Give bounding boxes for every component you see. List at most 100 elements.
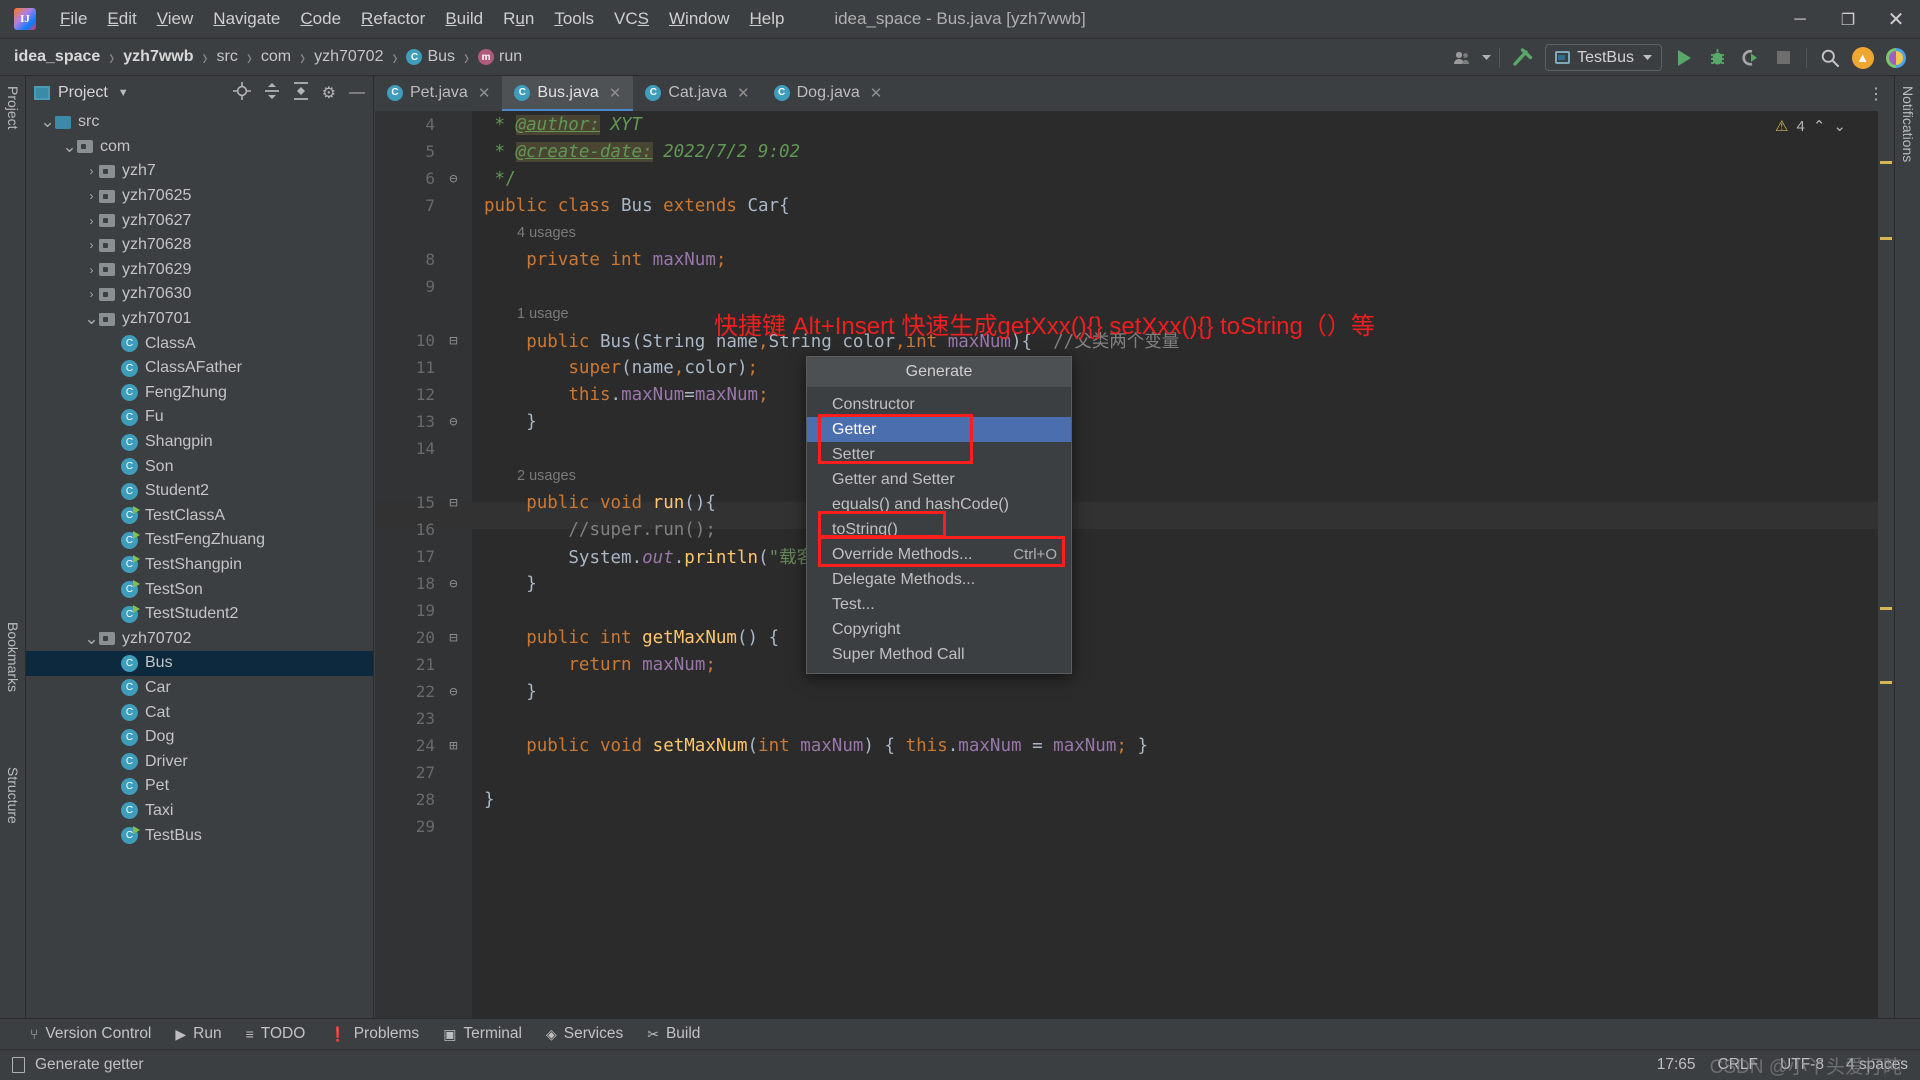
menu-help[interactable]: Help xyxy=(739,5,794,33)
menu-edit[interactable]: Edit xyxy=(97,5,146,33)
tree-node-dog[interactable]: C Dog xyxy=(26,725,373,750)
tree-node-student2[interactable]: C Student2 xyxy=(26,479,373,504)
tree-node-testfengzhuang[interactable]: C TestFengZhuang xyxy=(26,528,373,553)
code-line-11[interactable]: 11 super(name,color); xyxy=(375,354,1894,381)
tree-node-testshangpin[interactable]: C TestShangpin xyxy=(26,553,373,578)
account-icon[interactable] xyxy=(1446,43,1479,73)
tree-node-shangpin[interactable]: C Shangpin xyxy=(26,430,373,455)
fold-marker[interactable]: ⊟ xyxy=(435,333,472,349)
chevron-down-icon[interactable]: ⌄ xyxy=(40,113,55,130)
breadcrumb-item-yzh7wwb[interactable]: yzh7wwb xyxy=(119,46,197,68)
minimize-button[interactable]: ─ xyxy=(1776,0,1824,39)
close-icon[interactable]: ✕ xyxy=(737,84,750,102)
generate-item-getter[interactable]: Getter xyxy=(807,417,1071,442)
breadcrumb-item-src[interactable]: src xyxy=(213,46,242,68)
breadcrumb-item-run[interactable]: m run xyxy=(474,46,526,68)
run-button[interactable] xyxy=(1668,43,1701,73)
tool-window-version-control[interactable]: ⑂ Version Control xyxy=(30,1025,151,1043)
tree-node-fengzhung[interactable]: C FengZhung xyxy=(26,381,373,406)
generate-item-getter-and-setter[interactable]: Getter and Setter xyxy=(807,467,1071,492)
close-button[interactable]: ✕ xyxy=(1872,0,1920,39)
menu-view[interactable]: View xyxy=(147,5,204,33)
chevron-down-icon[interactable] xyxy=(1479,43,1493,73)
chevron-down-icon[interactable]: ⌄ xyxy=(62,138,77,155)
chevron-right-icon[interactable]: › xyxy=(84,287,99,301)
tree-node-son[interactable]: C Son xyxy=(26,454,373,479)
prev-problem-icon[interactable]: ⌃ xyxy=(1813,117,1826,135)
chevron-right-icon[interactable]: › xyxy=(84,238,99,252)
settings-icon[interactable]: ⚙ xyxy=(322,83,336,103)
menu-build[interactable]: Build xyxy=(435,5,493,33)
chevron-right-icon[interactable]: › xyxy=(84,263,99,277)
generate-item-override-methods[interactable]: Override Methods... Ctrl+O xyxy=(807,542,1071,567)
collapse-all-icon[interactable] xyxy=(293,81,309,105)
tree-node-testson[interactable]: C TestSon xyxy=(26,577,373,602)
project-tree[interactable]: ⌄ src ⌄ com › yzh7 › yzh70625 › yzh70627 › yzh70628… xyxy=(26,110,373,1018)
fold-marker[interactable]: ⊞ xyxy=(435,738,472,754)
tree-node-yzh70629[interactable]: › yzh70629 xyxy=(26,258,373,283)
tool-window-run[interactable]: ▶ Run xyxy=(175,1025,221,1043)
tree-node-fu[interactable]: C Fu xyxy=(26,405,373,430)
caret-position[interactable]: 17:65 xyxy=(1657,1056,1696,1074)
code-line-29[interactable]: 29 xyxy=(375,813,1894,840)
update-button[interactable]: ▲ xyxy=(1846,43,1879,73)
generate-popup[interactable]: Generate Constructor Getter Setter Getter a… xyxy=(806,356,1072,674)
tree-node-driver[interactable]: C Driver xyxy=(26,749,373,774)
menu-run[interactable]: Run xyxy=(493,5,544,33)
strip-project-button[interactable]: Project xyxy=(0,80,26,136)
tree-node-teststudent2[interactable]: C TestStudent2 xyxy=(26,602,373,627)
search-button[interactable] xyxy=(1813,43,1846,73)
hide-icon[interactable]: — xyxy=(349,84,365,102)
code-line-15[interactable]: 15 ⊟ public void run(){ xyxy=(375,489,1894,516)
generate-item-tostring[interactable]: toString() xyxy=(807,517,1071,542)
code-line-21[interactable]: 21 return maxNum; xyxy=(375,651,1894,678)
editor-tab-pet-java[interactable]: C Pet.java ✕ xyxy=(375,76,502,111)
code-editor[interactable]: 4 * @author: XYT 5 * @create-date: 2022/7… xyxy=(375,111,1894,1018)
menu-file[interactable]: File xyxy=(50,5,97,33)
chevron-right-icon[interactable]: › xyxy=(84,214,99,228)
next-problem-icon[interactable]: ⌄ xyxy=(1833,117,1846,135)
locate-icon[interactable] xyxy=(232,81,251,105)
tree-node-src[interactable]: ⌄ src xyxy=(26,110,373,135)
editor-marker-bar[interactable] xyxy=(1878,111,1894,1018)
strip-structure-button[interactable]: Structure xyxy=(0,761,26,830)
tool-window-todo[interactable]: ≡ TODO xyxy=(246,1025,306,1043)
menu-code[interactable]: Code xyxy=(290,5,351,33)
tree-node-yzh7[interactable]: › yzh7 xyxy=(26,159,373,184)
tree-node-taxi[interactable]: C Taxi xyxy=(26,799,373,824)
tree-node-car[interactable]: C Car xyxy=(26,676,373,701)
expand-all-icon[interactable] xyxy=(264,82,280,105)
fold-marker[interactable]: ⊟ xyxy=(435,495,472,511)
code-line-4[interactable]: 4 * @author: XYT xyxy=(375,111,1894,138)
code-line-19[interactable]: 19 xyxy=(375,597,1894,624)
code-line-12[interactable]: 12 this.maxNum=maxNum; xyxy=(375,381,1894,408)
tree-node-yzh70628[interactable]: › yzh70628 xyxy=(26,233,373,258)
close-icon[interactable]: ✕ xyxy=(870,84,883,102)
tree-node-bus[interactable]: C Bus xyxy=(26,651,373,676)
chevron-right-icon[interactable]: › xyxy=(84,189,99,203)
code-line-17[interactable]: 17 System.out.println("载客量"+maxNum+"，下一站… xyxy=(375,543,1894,570)
maximize-button[interactable]: ❐ xyxy=(1824,0,1872,39)
tree-node-pet[interactable]: C Pet xyxy=(26,774,373,799)
generate-item-constructor[interactable]: Constructor xyxy=(807,392,1071,417)
menu-navigate[interactable]: Navigate xyxy=(203,5,290,33)
fold-marker[interactable]: ⊖ xyxy=(435,414,472,430)
usage-hint-line[interactable]: 4 usages xyxy=(375,219,1894,246)
code-line-18[interactable]: 18 ⊖ } xyxy=(375,570,1894,597)
code-content[interactable]: 4 * @author: XYT 5 * @create-date: 2022/7… xyxy=(375,111,1894,1018)
breadcrumb-item-idea-space[interactable]: idea_space xyxy=(10,46,104,68)
tool-window-services[interactable]: ◈ Services xyxy=(546,1025,623,1043)
editor-tab-cat-java[interactable]: C Cat.java ✕ xyxy=(633,76,761,111)
tree-node-yzh70702[interactable]: ⌄ yzh70702 xyxy=(26,626,373,651)
menu-vcs[interactable]: VCS xyxy=(604,5,659,33)
tree-node-com[interactable]: ⌄ com xyxy=(26,135,373,160)
menu-tools[interactable]: Tools xyxy=(544,5,604,33)
code-line-20[interactable]: 20 ⊟ public int getMaxNum() { xyxy=(375,624,1894,651)
tree-node-yzh70627[interactable]: › yzh70627 xyxy=(26,208,373,233)
menu-window[interactable]: Window xyxy=(659,5,739,33)
breadcrumb[interactable]: idea_space › yzh7wwb › src › com › yzh70702 › C Bus… xyxy=(0,44,526,70)
chevron-right-icon[interactable]: › xyxy=(84,164,99,178)
close-icon[interactable]: ✕ xyxy=(478,84,491,102)
tool-window-problems[interactable]: ❗ Problems xyxy=(329,1025,419,1043)
tree-node-yzh70701[interactable]: ⌄ yzh70701 xyxy=(26,307,373,332)
